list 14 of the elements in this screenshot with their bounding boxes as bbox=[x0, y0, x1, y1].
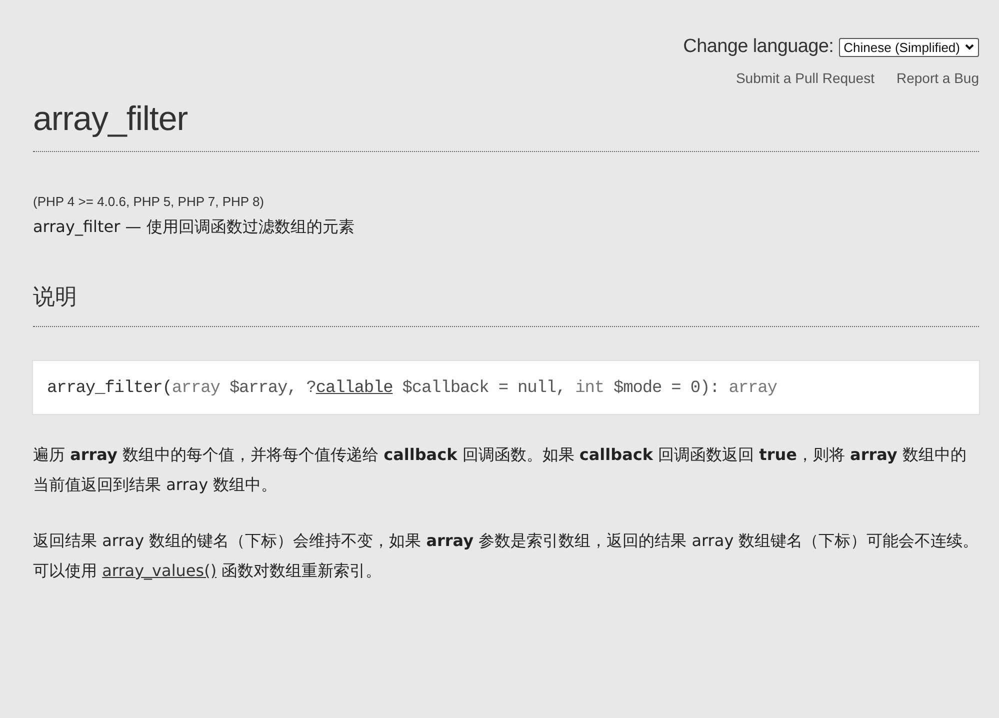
function-signature: array_filter(array $array, ?callable $callback = null, int $mode = 0): array bbox=[47, 379, 777, 398]
function-link[interactable]: array_values() bbox=[102, 561, 217, 580]
section-heading: 说明 bbox=[33, 284, 78, 312]
type-link[interactable]: callable bbox=[316, 379, 393, 398]
caret-icon bbox=[965, 44, 974, 50]
language-dropdown[interactable]: Chinese (Simplified) bbox=[838, 38, 979, 56]
header-link[interactable]: Report a Bug bbox=[896, 70, 979, 86]
language-label: Change language: bbox=[683, 36, 834, 58]
version-info: (PHP 4 >= 4.0.6, PHP 5, PHP 7, PHP 8) bbox=[33, 194, 265, 209]
page-title: array_filter bbox=[33, 100, 189, 139]
header-link[interactable]: Submit a Pull Request bbox=[736, 70, 874, 86]
description-paragraph: 返回结果 array 数组的键名（下标）会维持不变，如果 array 参数是索引数组，返回的结果 array 数组键名（下标）可能会不连续。可以使用 array_values() 函数对数组重新索引。 bbox=[33, 530, 979, 582]
function-purpose: array_filter — 使用回调函数过滤数组的元素 bbox=[33, 217, 356, 238]
description-paragraph: 遍历 array 数组中的每个值，并将每个值传递给 callback 回调函数。如果 callback 回调函数返回 true，则将 array 数组中的当前值返回到结果 array 数组中。 bbox=[33, 444, 968, 496]
